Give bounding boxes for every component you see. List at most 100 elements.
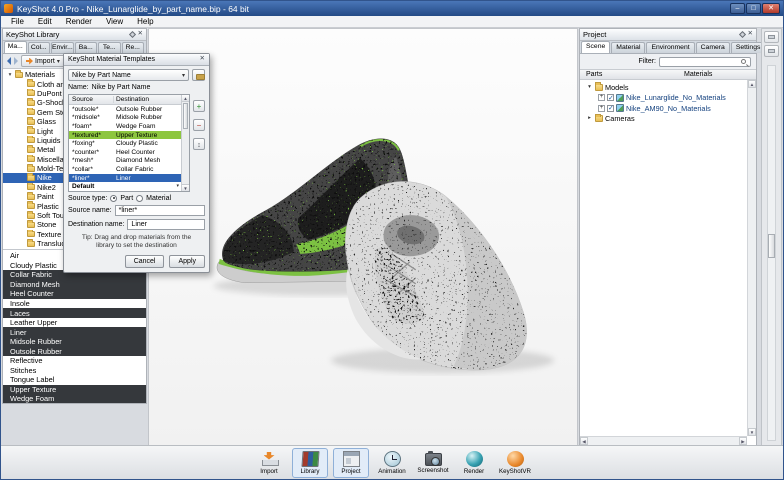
- material-list-item[interactable]: Upper Texture: [3, 384, 146, 395]
- scroll-down-icon[interactable]: [182, 183, 189, 191]
- source-column-header[interactable]: Source: [69, 96, 114, 103]
- material-list-item[interactable]: Heel Counter: [3, 289, 146, 299]
- library-tab[interactable]: Ma...: [4, 41, 27, 53]
- source-name-input[interactable]: *liner*: [114, 204, 205, 216]
- dialog-close-icon[interactable]: [200, 56, 205, 63]
- materials-column-header[interactable]: Materials: [684, 71, 756, 78]
- dock-layout-icon[interactable]: [764, 45, 779, 57]
- project-tab[interactable]: Scene: [581, 41, 611, 53]
- mapping-row[interactable]: *mesh* Diamond Mesh: [69, 157, 181, 166]
- scroll-left-icon[interactable]: [580, 437, 588, 445]
- viewport-3d[interactable]: [148, 28, 578, 446]
- move-mapping-button[interactable]: [193, 138, 205, 150]
- destination-column-header[interactable]: Destination: [114, 96, 181, 103]
- mapping-row[interactable]: *midsole* Midsole Rubber: [69, 114, 181, 123]
- material-list-item[interactable]: Tongue Label: [3, 375, 146, 385]
- material-list-item[interactable]: Leather Upper: [3, 318, 146, 328]
- expander-icon[interactable]: ▾: [7, 72, 13, 78]
- parts-column-header[interactable]: Parts: [580, 71, 684, 78]
- expander-icon[interactable]: ▾: [586, 84, 593, 91]
- scene-tree-vscrollbar[interactable]: [747, 80, 756, 436]
- toolbar-keyshotvr-button[interactable]: KeyShotVR: [497, 448, 533, 478]
- material-list-item[interactable]: Reflective: [3, 356, 146, 366]
- material-list-item[interactable]: Liner: [3, 327, 146, 337]
- material-list-item[interactable]: Outsole Rubber: [3, 346, 146, 357]
- toolbar-library-button[interactable]: Library: [292, 447, 328, 478]
- scene-tree-columns[interactable]: Parts Materials: [580, 69, 756, 80]
- scene-tree-row[interactable]: ▸ Cameras: [582, 113, 746, 125]
- material-templates-dialog[interactable]: KeyShot Material Templates Nike by Part …: [63, 53, 210, 274]
- scene-tree-row[interactable]: ▾ Models: [582, 82, 746, 93]
- library-panel-header[interactable]: KeyShot Library: [3, 29, 146, 41]
- scene-tree-row[interactable]: + Nike_AM90_No_Materials: [582, 103, 746, 114]
- radio-material-label[interactable]: Material: [146, 195, 171, 202]
- material-list-item[interactable]: Wedge Foam: [3, 394, 146, 403]
- add-mapping-button[interactable]: [193, 100, 205, 112]
- menu-item[interactable]: File: [4, 16, 31, 28]
- toolbar-project-button[interactable]: Project: [333, 447, 369, 478]
- mapping-row[interactable]: *collar* Collar Fabric: [69, 165, 181, 174]
- radio-material[interactable]: [136, 194, 144, 202]
- forward-icon[interactable]: [14, 57, 18, 65]
- close-panel-icon[interactable]: [138, 31, 143, 38]
- title-bar[interactable]: KeyShot 4.0 Pro - Nike_Lunarglide_by_par…: [1, 1, 783, 16]
- remove-mapping-button[interactable]: [193, 119, 205, 131]
- toolbar-screenshot-button[interactable]: Screenshot: [415, 448, 451, 477]
- toolbar-render-button[interactable]: Render: [456, 448, 492, 478]
- mapping-row[interactable]: Default: [69, 182, 181, 191]
- close-panel-icon[interactable]: [748, 31, 753, 38]
- toolbar-animation-button[interactable]: Animation: [374, 448, 410, 478]
- library-tab[interactable]: Te...: [98, 42, 121, 53]
- scrollbar-thumb[interactable]: [768, 234, 775, 258]
- material-list-item[interactable]: Stitches: [3, 366, 146, 376]
- mapping-row[interactable]: *foam* Wedge Foam: [69, 122, 181, 131]
- mapping-table-header[interactable]: Source Destination: [69, 95, 181, 105]
- pin-icon[interactable]: [738, 30, 746, 39]
- template-select[interactable]: Nike by Part Name: [68, 69, 189, 81]
- scroll-down-icon[interactable]: [748, 428, 756, 436]
- right-scrollbar[interactable]: [767, 65, 776, 441]
- material-list-item[interactable]: Insole: [3, 299, 146, 309]
- expander-icon[interactable]: +: [598, 94, 605, 102]
- material-list-item[interactable]: Midsole Rubber: [3, 336, 146, 347]
- menu-item[interactable]: Render: [59, 16, 99, 28]
- visibility-checkbox[interactable]: [607, 94, 614, 102]
- minimize-button[interactable]: –: [730, 3, 745, 14]
- scroll-right-icon[interactable]: [739, 437, 747, 445]
- project-panel-header[interactable]: Project: [580, 29, 756, 41]
- close-button[interactable]: ✕: [762, 3, 780, 14]
- radio-part-label[interactable]: Part: [120, 195, 133, 202]
- material-list-item[interactable]: Laces: [3, 308, 146, 318]
- radio-part[interactable]: [110, 194, 118, 202]
- library-tab[interactable]: Ba...: [74, 42, 97, 53]
- scroll-up-icon[interactable]: [182, 95, 189, 102]
- expander-icon[interactable]: +: [598, 104, 605, 112]
- template-browse-button[interactable]: [192, 69, 205, 81]
- material-list-item[interactable]: Diamond Mesh: [3, 279, 146, 290]
- pin-icon[interactable]: [128, 30, 136, 39]
- library-tab[interactable]: Re...: [121, 42, 144, 53]
- menu-item[interactable]: Edit: [31, 16, 59, 28]
- apply-button[interactable]: Apply: [169, 255, 205, 269]
- expander-icon[interactable]: ▸: [586, 115, 593, 122]
- visibility-checkbox[interactable]: [607, 104, 614, 112]
- library-tab[interactable]: Envir...: [51, 42, 74, 53]
- back-icon[interactable]: [7, 57, 11, 65]
- project-tab[interactable]: Camera: [695, 42, 730, 53]
- library-import-button[interactable]: Import: [21, 55, 65, 67]
- mapping-row[interactable]: *liner* Liner: [69, 173, 181, 183]
- dock-panel-icon[interactable]: [764, 31, 779, 43]
- menu-item[interactable]: View: [99, 16, 130, 28]
- template-name-value[interactable]: Nike by Part Name: [92, 84, 151, 91]
- project-tab[interactable]: Environment: [646, 42, 695, 53]
- mapping-row[interactable]: *outsole* Outsole Rubber: [69, 105, 181, 114]
- dialog-title-bar[interactable]: KeyShot Material Templates: [64, 54, 209, 66]
- menu-item[interactable]: Help: [130, 16, 160, 28]
- scrollbar-thumb[interactable]: [183, 103, 188, 129]
- toolbar-import-button[interactable]: Import: [251, 448, 287, 478]
- maximize-button[interactable]: □: [746, 3, 761, 14]
- library-tab[interactable]: Col...: [27, 42, 50, 53]
- mapping-row[interactable]: *textured* Upper Texture: [69, 130, 181, 140]
- scene-tree-row[interactable]: + Nike_Lunarglide_No_Materials: [582, 93, 746, 104]
- cancel-button[interactable]: Cancel: [124, 255, 165, 269]
